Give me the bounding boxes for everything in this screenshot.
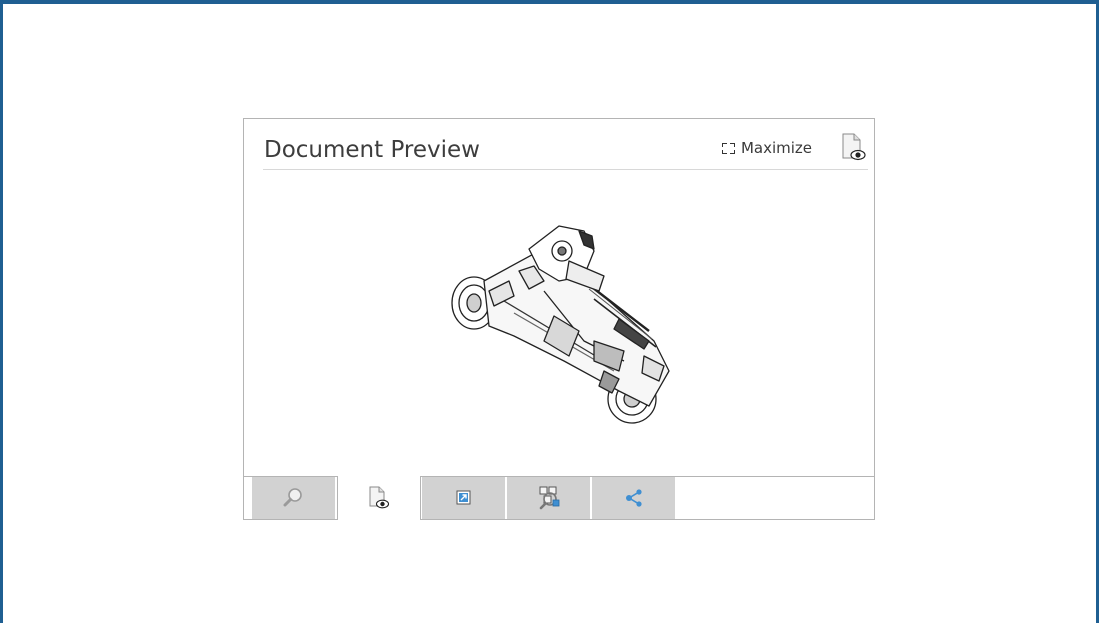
document-preview-panel: Document Preview Maximize [243,118,875,520]
shortcut-icon [456,490,470,505]
tab-search[interactable] [252,477,336,519]
tab-where-used[interactable] [507,477,591,519]
share-icon [625,489,642,507]
panel-title: Document Preview [264,137,480,163]
tab-shortcut[interactable] [422,477,506,519]
panel-header: Document Preview Maximize [263,133,868,170]
document-preview-icon[interactable] [840,133,868,163]
search-icon [283,488,302,507]
maximize-icon [721,142,735,154]
app-frame: Document Preview Maximize [0,0,1099,623]
maximize-button[interactable]: Maximize [721,139,812,157]
tab-share[interactable] [592,477,676,519]
document-preview-icon [369,486,390,509]
preview-area [244,171,874,476]
preview-tabbar [244,476,874,520]
where-used-icon [539,486,559,510]
tab-document-preview[interactable] [337,476,421,520]
cad-model-preview-image[interactable] [444,221,680,431]
maximize-label: Maximize [740,139,812,157]
